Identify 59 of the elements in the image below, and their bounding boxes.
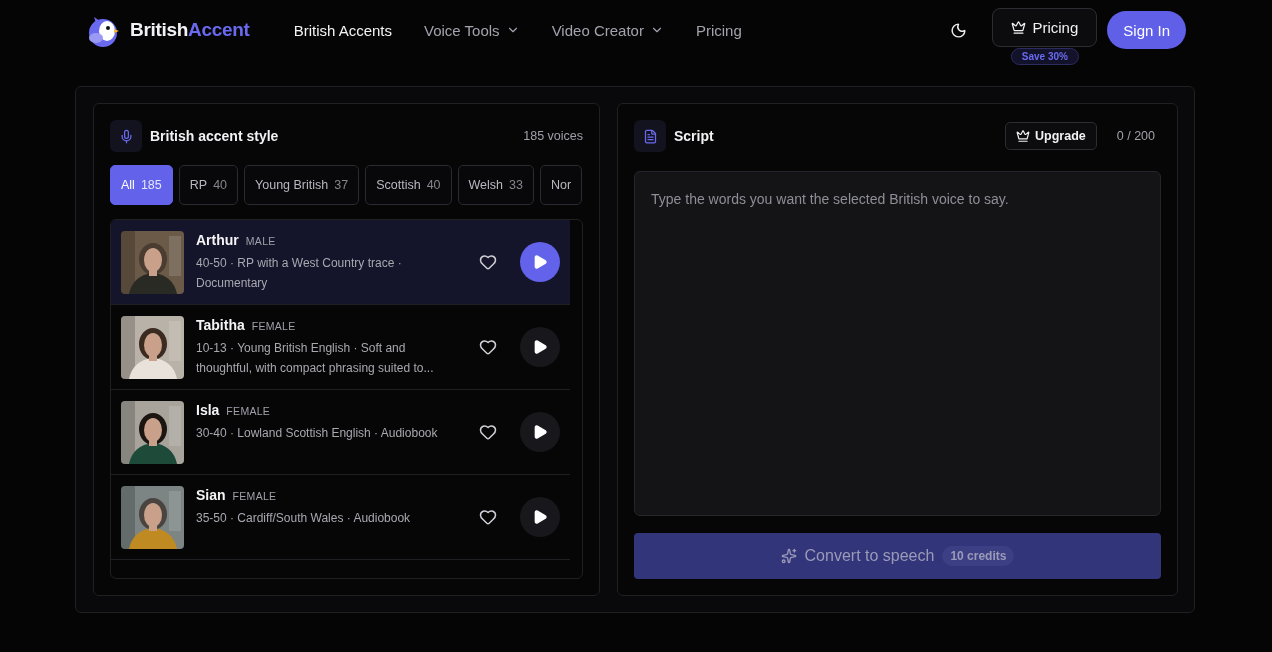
crown-icon bbox=[1016, 129, 1031, 143]
voice-row[interactable]: Isla FEMALE 30-40 · Lowland Scottish English · Audiobook bbox=[111, 390, 570, 475]
play-button[interactable] bbox=[520, 412, 560, 452]
sparkle-icon bbox=[780, 548, 797, 564]
nav-link[interactable]: British Accents bbox=[293, 21, 392, 39]
nav-link[interactable]: Voice Tools bbox=[424, 21, 520, 39]
voice-count: 185 voices bbox=[523, 129, 583, 143]
nav-link[interactable]: Pricing bbox=[695, 21, 742, 39]
character-count: 0 / 200 bbox=[1116, 129, 1155, 143]
play-icon bbox=[532, 339, 548, 355]
voice-name: Isla bbox=[196, 402, 220, 418]
script-field[interactable]: Type the words you want the selected British voice to say. bbox=[634, 171, 1161, 516]
favorite-button[interactable] bbox=[479, 423, 497, 441]
voice-gender: MALE bbox=[245, 235, 276, 247]
play-button[interactable] bbox=[520, 497, 560, 537]
voice-name: Sian bbox=[196, 487, 226, 503]
filter-chip[interactable]: Nor bbox=[539, 165, 583, 205]
favorite-button[interactable] bbox=[479, 338, 497, 356]
voice-description: 40-50 · RP with a West Country trace · Documentary bbox=[196, 255, 403, 292]
filter-chip[interactable]: All 185 bbox=[110, 165, 173, 205]
brand-name: BritishAccent bbox=[130, 19, 250, 41]
pricing-button[interactable]: Pricing bbox=[992, 7, 1098, 47]
play-icon bbox=[532, 254, 548, 270]
panel-title: Script bbox=[674, 128, 714, 144]
voice-description: 35-50 · Cardiff/South Wales · Audiobook bbox=[196, 510, 412, 527]
play-icon bbox=[532, 424, 548, 440]
voice-name: Arthur bbox=[196, 232, 239, 248]
voice-row[interactable]: Arthur MALE 40-50 · RP with a West Country trace · Documentary bbox=[111, 220, 570, 305]
voice-name: Tabitha bbox=[196, 317, 245, 333]
panel-title: British accent style bbox=[150, 128, 279, 144]
heart-icon bbox=[479, 253, 497, 271]
moon-icon bbox=[949, 21, 967, 39]
voice-description: 10-13 · Young British English · Soft and thoughtful, with compact phrasing suited to... bbox=[196, 340, 435, 377]
document-icon bbox=[634, 120, 666, 152]
voice-row[interactable]: Tabitha FEMALE 10-13 · Young British English · Soft and thoughtful, with compact phrasing suited to... bbox=[111, 305, 570, 390]
play-button[interactable] bbox=[520, 327, 560, 367]
voice-row[interactable]: Sian FEMALE 35-50 · Cardiff/South Wales · Audiobook bbox=[111, 475, 570, 560]
credits-badge: 10 credits bbox=[942, 546, 1015, 566]
heart-icon bbox=[479, 338, 497, 356]
heart-icon bbox=[479, 508, 497, 526]
favorite-button[interactable] bbox=[479, 508, 497, 526]
upgrade-button[interactable]: Upgrade bbox=[1005, 122, 1097, 150]
filter-chip[interactable]: RP 40 bbox=[178, 165, 239, 205]
filter-chip[interactable]: Young British 37 bbox=[244, 165, 360, 205]
heart-icon bbox=[479, 423, 497, 441]
sign-in-button[interactable]: Sign In bbox=[1107, 11, 1186, 49]
play-button[interactable] bbox=[520, 242, 560, 282]
microphone-icon bbox=[110, 120, 142, 152]
voice-gender: FEMALE bbox=[226, 405, 271, 417]
favorite-button[interactable] bbox=[479, 253, 497, 271]
filter-chip[interactable]: Welsh 33 bbox=[457, 165, 534, 205]
voice-description: 30-40 · Lowland Scottish English · Audiobook bbox=[196, 425, 439, 442]
play-icon bbox=[532, 509, 548, 525]
filter-chip[interactable]: Scottish 40 bbox=[365, 165, 452, 205]
voice-gender: FEMALE bbox=[232, 490, 277, 502]
nav-link[interactable]: Video Creator bbox=[551, 21, 664, 39]
discount-badge: Save 30% bbox=[1010, 47, 1079, 65]
voice-gender: FEMALE bbox=[251, 320, 296, 332]
crown-icon bbox=[1011, 19, 1027, 35]
